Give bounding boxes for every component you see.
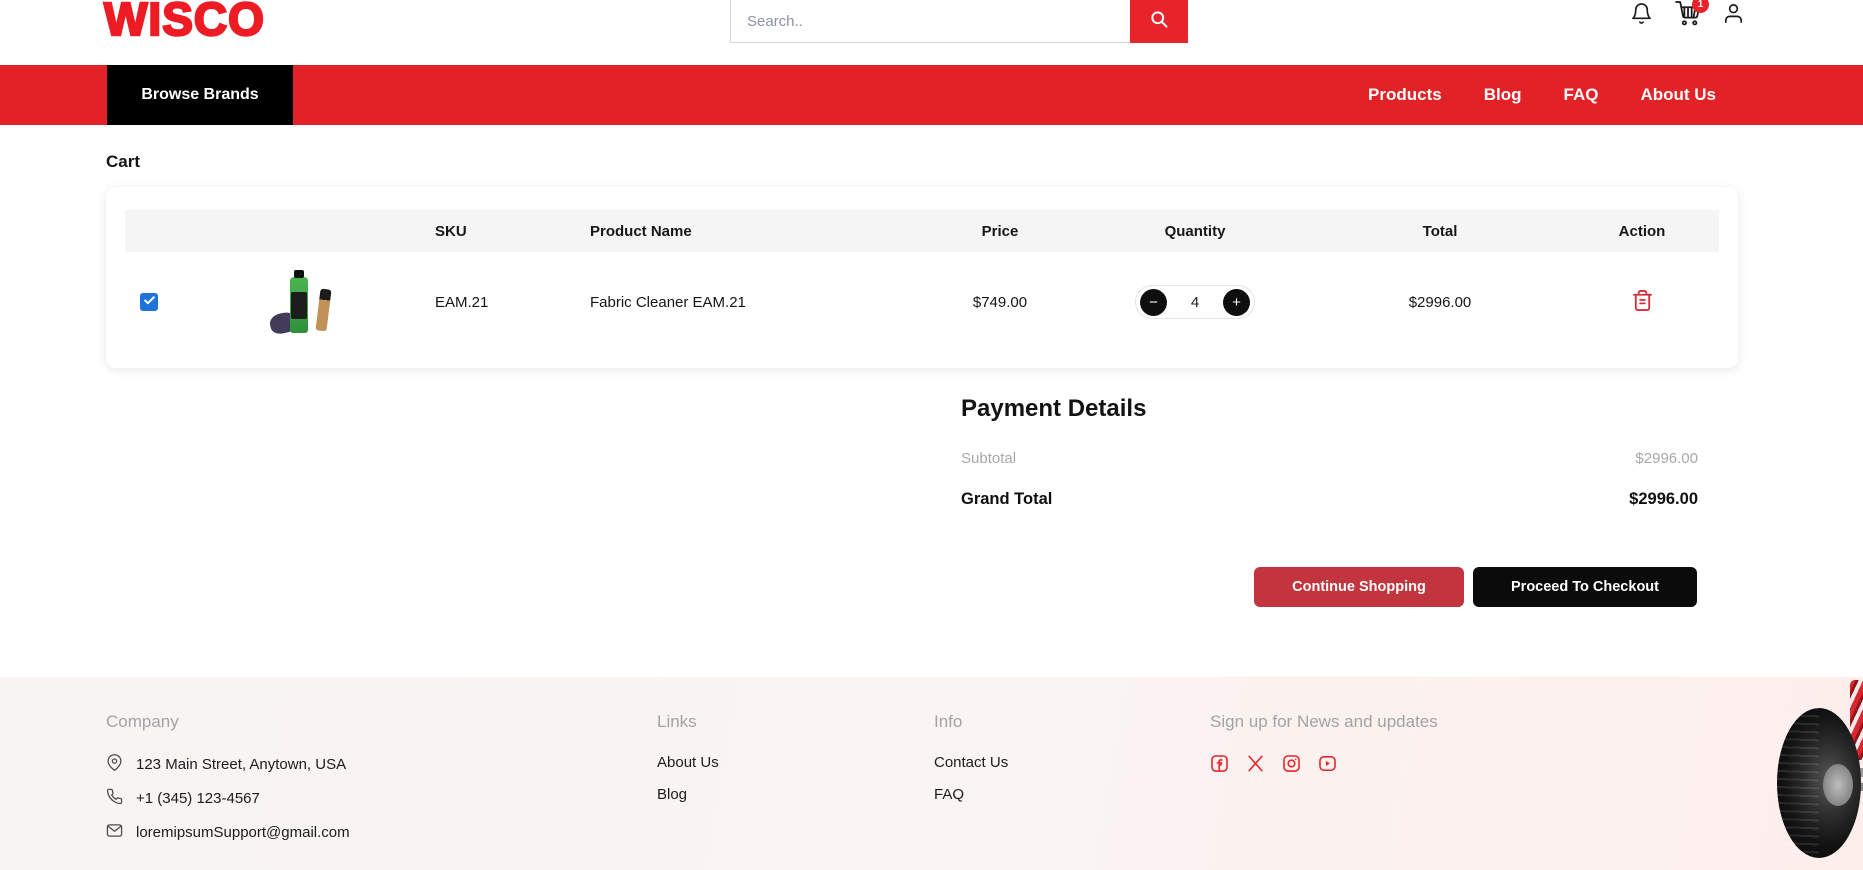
proceed-to-checkout-button[interactable]: Proceed To Checkout xyxy=(1473,567,1697,607)
search-icon xyxy=(1149,9,1169,32)
tire-shape xyxy=(1777,708,1861,858)
cart-item-row: EAM.21 Fabric Cleaner EAM.21 $749.00 − 4… xyxy=(125,252,1719,352)
col-action: Action xyxy=(1565,223,1719,240)
newsletter-heading: Sign up for News and updates xyxy=(1210,712,1438,732)
item-total: $2996.00 xyxy=(1315,294,1565,311)
footer-links-heading: Links xyxy=(657,712,719,732)
quantity-decrease-button[interactable]: − xyxy=(1140,289,1167,316)
search-input[interactable] xyxy=(730,0,1130,43)
footer: Company 123 Main Street, Anytown, USA +1… xyxy=(0,677,1863,870)
cart-table-header: SKU Product Name Price Quantity Total Ac… xyxy=(125,210,1719,252)
remove-item-button[interactable] xyxy=(1631,289,1654,315)
footer-company-heading: Company xyxy=(106,712,350,732)
nav-link-about-us[interactable]: About Us xyxy=(1640,85,1716,105)
browse-brands-button[interactable]: Browse Brands xyxy=(107,65,293,125)
instagram-icon[interactable] xyxy=(1282,754,1301,773)
footer-company-column: Company 123 Main Street, Anytown, USA +1… xyxy=(106,712,350,856)
footer-info-column: Info Contact Us FAQ xyxy=(934,712,1008,818)
item-price: $749.00 xyxy=(925,294,1075,311)
footer-info-heading: Info xyxy=(934,712,1008,732)
nav-links: Products Blog FAQ About Us xyxy=(1368,65,1716,125)
top-header: WISCO xyxy=(0,0,1863,65)
nav-link-products[interactable]: Products xyxy=(1368,85,1442,105)
brand-logo[interactable]: WISCO xyxy=(104,0,265,46)
footer-email[interactable]: loremipsumSupport@gmail.com xyxy=(106,822,350,843)
grand-total-label: Grand Total xyxy=(961,490,1052,509)
col-price: Price xyxy=(925,223,1075,240)
location-pin-icon xyxy=(106,754,123,775)
nav-link-blog[interactable]: Blog xyxy=(1484,85,1522,105)
footer-link-blog[interactable]: Blog xyxy=(657,786,719,803)
phone-icon xyxy=(106,788,123,809)
page-title: Cart xyxy=(106,152,140,172)
bottle-shape xyxy=(290,277,308,333)
item-sku: EAM.21 xyxy=(435,294,590,311)
cart-badge: 1 xyxy=(1692,0,1709,13)
payment-details: Payment Details Subtotal $2996.00 Grand … xyxy=(961,395,1698,509)
envelope-icon xyxy=(106,822,123,843)
product-image xyxy=(270,269,332,335)
footer-link-about-us[interactable]: About Us xyxy=(657,754,719,771)
check-icon xyxy=(143,294,156,311)
quantity-increase-button[interactable]: + xyxy=(1223,289,1250,316)
youtube-icon[interactable] xyxy=(1318,754,1337,773)
user-icon xyxy=(1722,2,1745,30)
bell-icon xyxy=(1630,2,1653,30)
x-icon[interactable] xyxy=(1246,754,1265,773)
grand-total-value: $2996.00 xyxy=(1629,490,1698,509)
col-product-name: Product Name xyxy=(590,223,925,240)
account-button[interactable] xyxy=(1721,3,1745,29)
facebook-icon[interactable] xyxy=(1210,754,1229,773)
item-checkbox[interactable] xyxy=(140,293,158,311)
footer-link-contact-us[interactable]: Contact Us xyxy=(934,754,1008,771)
footer-address[interactable]: 123 Main Street, Anytown, USA xyxy=(106,754,350,775)
col-quantity: Quantity xyxy=(1075,223,1315,240)
footer-links-column: Links About Us Blog xyxy=(657,712,719,818)
footer-newsletter-column: Sign up for News and updates xyxy=(1210,712,1438,773)
checkout-actions: Continue Shopping Proceed To Checkout xyxy=(1254,567,1697,607)
header-icons: 1 xyxy=(1629,3,1745,29)
notifications-button[interactable] xyxy=(1629,3,1653,29)
col-sku: SKU xyxy=(435,223,590,240)
quantity-value: 4 xyxy=(1191,294,1199,311)
footer-phone[interactable]: +1 (345) 123-4567 xyxy=(106,788,350,809)
search-bar xyxy=(730,0,1188,43)
social-icons xyxy=(1210,754,1438,773)
search-button[interactable] xyxy=(1130,0,1188,43)
nav-link-faq[interactable]: FAQ xyxy=(1564,85,1599,105)
brush-shape xyxy=(315,288,331,331)
col-total: Total xyxy=(1315,223,1565,240)
subtotal-label: Subtotal xyxy=(961,450,1016,467)
quantity-stepper: − 4 + xyxy=(1135,285,1255,319)
cart-card: SKU Product Name Price Quantity Total Ac… xyxy=(106,187,1738,368)
subtotal-value: $2996.00 xyxy=(1635,450,1698,467)
payment-title: Payment Details xyxy=(961,395,1698,423)
continue-shopping-button[interactable]: Continue Shopping xyxy=(1254,567,1464,607)
trash-icon xyxy=(1631,300,1654,315)
main-navbar: Browse Brands Products Blog FAQ About Us xyxy=(0,65,1863,125)
item-name: Fabric Cleaner EAM.21 xyxy=(590,294,925,311)
tire-decoration xyxy=(1777,680,1863,858)
footer-link-faq[interactable]: FAQ xyxy=(934,786,1008,803)
cart-button[interactable]: 1 xyxy=(1675,3,1699,29)
